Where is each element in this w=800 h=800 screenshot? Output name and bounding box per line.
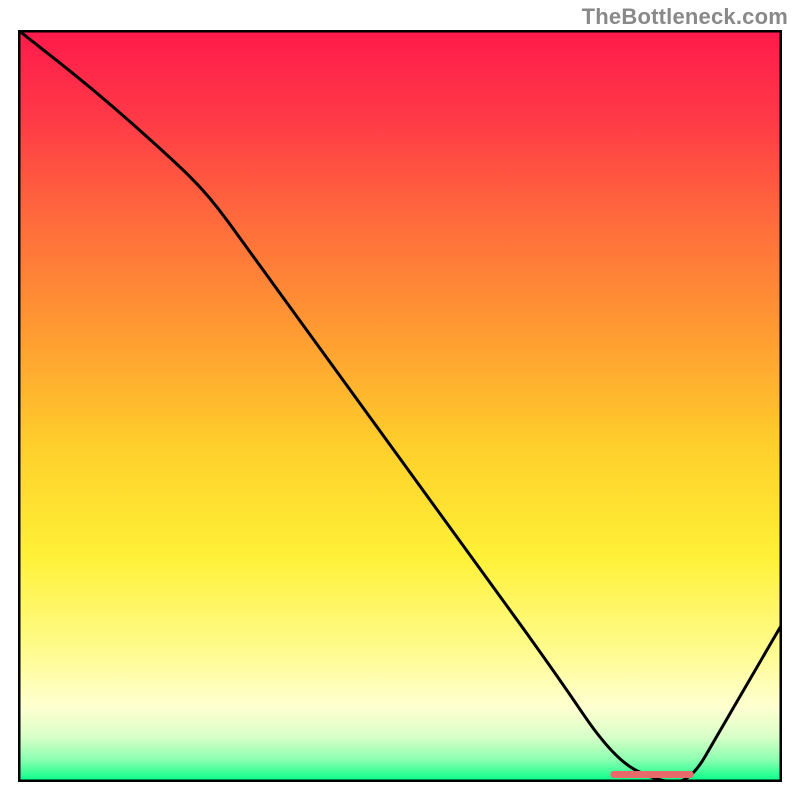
plot-svg (18, 30, 782, 782)
plot-frame (18, 30, 782, 782)
gradient-background (18, 30, 782, 782)
watermark-text: TheBottleneck.com (582, 4, 788, 30)
chart-container: TheBottleneck.com (0, 0, 800, 800)
